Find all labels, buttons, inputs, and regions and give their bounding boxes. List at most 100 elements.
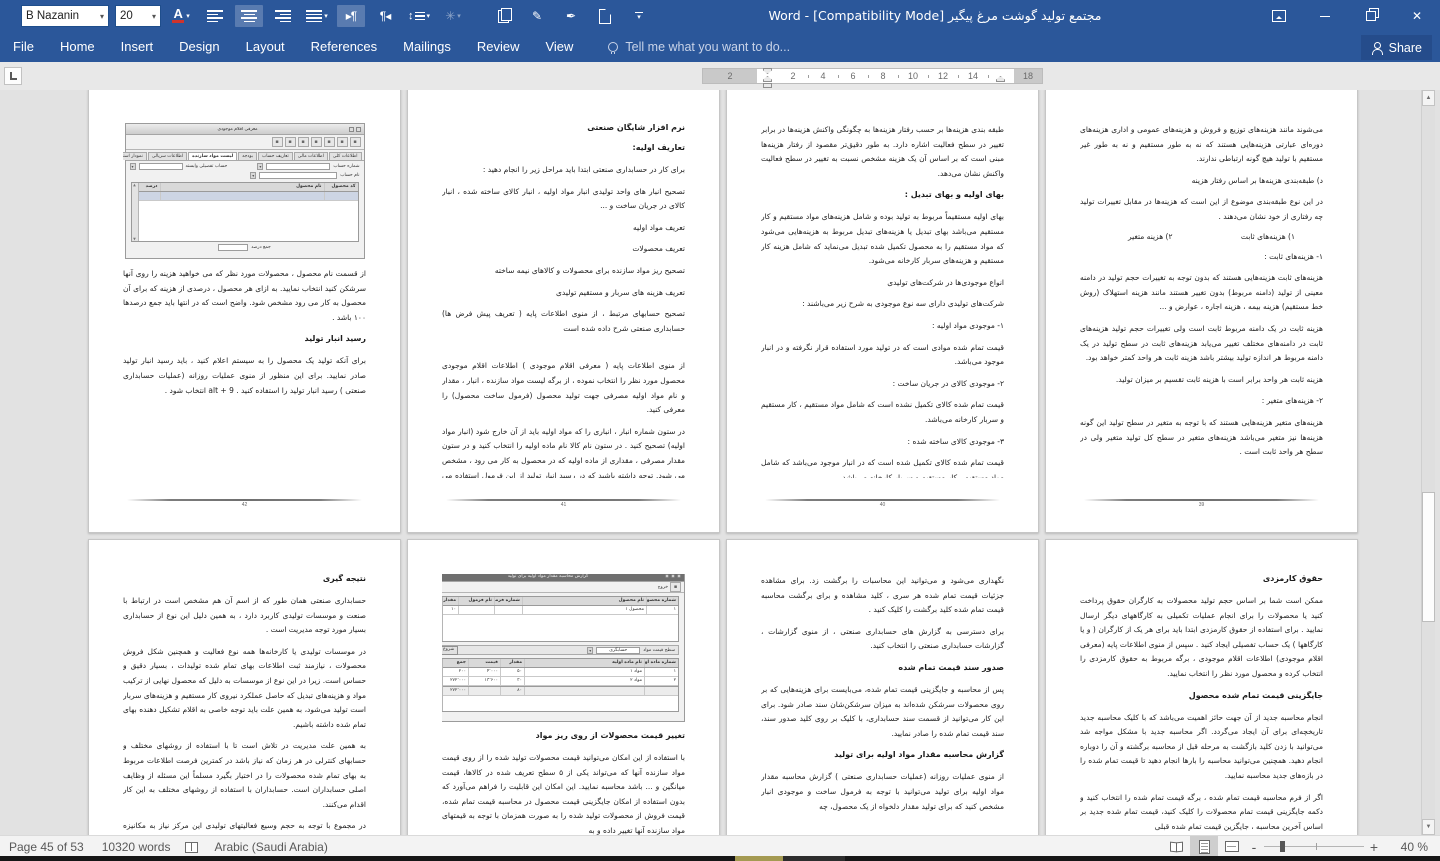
line-spacing-button[interactable]: ↕ ▾ xyxy=(405,5,433,27)
tab-stop-selector[interactable] xyxy=(4,67,22,85)
first-line-indent-marker[interactable] xyxy=(763,68,772,74)
print-layout-button[interactable] xyxy=(1190,836,1218,857)
doc-heading: نتیجه گیری xyxy=(123,574,366,583)
left-indent-marker[interactable] xyxy=(763,83,772,88)
font-color-button[interactable]: A ▾ xyxy=(167,5,195,27)
align-right-button[interactable] xyxy=(269,5,297,27)
hanging-indent-marker[interactable] xyxy=(763,76,772,82)
doc-paragraph: قیمت تمام شده کالای تکمیل شده است که در … xyxy=(761,456,1004,478)
scroll-down-icon[interactable]: ▼ xyxy=(1422,819,1435,835)
zoom-slider-thumb[interactable] xyxy=(1280,841,1285,852)
document-page[interactable]: حقوق کارمزدیممکن است شما بر اساس حجم تول… xyxy=(1045,539,1358,835)
font-name-value: B Nazanin xyxy=(26,10,79,22)
scrollbar-thumb[interactable] xyxy=(1422,492,1435,622)
ribbon-tab-mailings[interactable]: Mailings xyxy=(390,32,464,62)
minimize-button[interactable] xyxy=(1302,0,1348,32)
restore-button[interactable] xyxy=(1348,0,1394,32)
doc-paragraph: هزینه ثابت در یک دامنه مربوط ثابت است ول… xyxy=(1080,322,1323,366)
document-area: ▲ ▼ معرفی اقلام موجودی▪▪▪▪▪▪▪اطلاعات کلی… xyxy=(0,90,1440,835)
language-indicator[interactable]: Arabic (Saudi Arabia) xyxy=(205,840,336,854)
right-indent-marker[interactable] xyxy=(996,76,1005,82)
close-button[interactable]: ✕ xyxy=(1394,0,1440,32)
document-page[interactable]: نتیجه گیریحسابداری صنعتی همان طور که از … xyxy=(88,539,401,835)
copy-button[interactable] xyxy=(489,5,517,27)
share-button[interactable]: Share xyxy=(1361,35,1432,60)
proofing-check-icon[interactable] xyxy=(185,841,199,853)
ribbon-display-options-button[interactable] xyxy=(1256,0,1302,32)
page-indicator[interactable]: Page 45 of 53 xyxy=(0,840,93,854)
customize-quick-access-toolbar-button[interactable]: ▾ xyxy=(625,5,653,27)
ribbon-tab-design[interactable]: Design xyxy=(166,32,232,62)
ruler-number: 8 xyxy=(880,70,885,82)
doc-paragraph: هزینه‌های متغیر هزینه‌هایی هستند که با ت… xyxy=(1080,416,1323,460)
ribbon-tab-file[interactable]: File xyxy=(0,32,47,62)
doc-paragraph: د) طبقه‌بندی هزینه‌ها بر اساس رفتار هزین… xyxy=(1080,174,1323,189)
vertical-scrollbar[interactable]: ▲ ▼ xyxy=(1421,90,1435,835)
align-center-button[interactable] xyxy=(235,5,263,27)
doc-paragraph: در موسسات تولیدی یا کارخانه‌ها همه نوع ف… xyxy=(123,645,366,733)
doc-paragraph: از منوی عملیات روزانه (عملیات حسابداری ص… xyxy=(761,770,1004,814)
align-left-icon xyxy=(207,10,223,22)
ribbon-tab-insert[interactable]: Insert xyxy=(108,32,167,62)
highlighter-button[interactable]: ✒ xyxy=(557,5,585,27)
page-content: نرم افزار شایگان صنعتیتعاریف اولیه:برای … xyxy=(442,123,685,478)
format-painter-icon: ✎ xyxy=(532,9,542,23)
rtl-text-direction-button[interactable]: ▸¶ xyxy=(337,5,365,27)
print-layout-icon xyxy=(1199,840,1210,854)
tell-me-box[interactable]: Tell me what you want to do... xyxy=(608,40,790,54)
embedded-report-screenshot: گزارش محاسبه مقدار مواد اولیه برای تولید… xyxy=(442,574,685,722)
embedded-dialog-screenshot: معرفی اقلام موجودی▪▪▪▪▪▪▪اطلاعات کلیاطلا… xyxy=(125,123,365,259)
document-page[interactable]: می‌شوند مانند هزینه‌های توزیع و فروش و ه… xyxy=(1045,90,1358,533)
shading-button[interactable]: ✳ ▾ xyxy=(439,5,467,27)
ribbon-tab-references[interactable]: References xyxy=(298,32,390,62)
justify-button[interactable]: ▾ xyxy=(303,5,331,27)
doc-paragraph: هزینه ثابت هر واحد برابر است با هزینه ثا… xyxy=(1080,373,1323,388)
ruler-number: 6 xyxy=(850,70,855,82)
format-painter-button[interactable]: ✎ xyxy=(523,5,551,27)
ltr-text-direction-button[interactable]: ¶◂ xyxy=(371,5,399,27)
minimize-icon xyxy=(1320,16,1330,17)
doc-paragraph: ۲- هزینه‌های متغیر : xyxy=(1080,394,1323,409)
page-content: می‌شوند مانند هزینه‌های توزیع و فروش و ه… xyxy=(1080,123,1323,478)
chevron-down-icon: ▾ xyxy=(457,12,461,20)
document-page[interactable]: گزارش محاسبه مقدار مواد اولیه برای تولید… xyxy=(407,539,720,835)
ribbon-tab-home[interactable]: Home xyxy=(47,32,108,62)
ribbon-tab-layout[interactable]: Layout xyxy=(233,32,298,62)
ltr-paragraph-icon: ¶◂ xyxy=(380,9,390,23)
justify-icon xyxy=(306,10,322,22)
rtl-paragraph-icon: ▸¶ xyxy=(346,9,356,23)
align-left-button[interactable] xyxy=(201,5,229,27)
chevron-down-icon: ▾ xyxy=(100,12,104,21)
doc-two-column-line: ۱) هزینه‌های ثابت۲) هزینه متغیر xyxy=(1080,232,1323,241)
font-name-select[interactable]: B Nazanin ▾ xyxy=(21,5,109,27)
scroll-up-icon[interactable]: ▲ xyxy=(1422,90,1435,106)
doc-paragraph: قیمت تمام شده موادی است که در تولید مورد… xyxy=(761,341,1004,370)
font-size-select[interactable]: 20 ▾ xyxy=(115,5,161,27)
ribbon-tab-review[interactable]: Review xyxy=(464,32,533,62)
zoom-in-button[interactable]: + xyxy=(1366,839,1382,855)
ruler-margin-number: 2 xyxy=(727,70,732,82)
new-document-button[interactable] xyxy=(591,5,619,27)
document-page[interactable]: نگهداری می‌شود و می‌توانید این محاسبات ر… xyxy=(726,539,1039,835)
ribbon-tab-view[interactable]: View xyxy=(532,32,586,62)
chevron-down-icon: ▾ xyxy=(324,12,328,20)
ruler-number: 14 xyxy=(968,70,978,82)
tell-me-label: Tell me what you want to do... xyxy=(625,40,790,54)
window-controls: ✕ xyxy=(1256,0,1440,32)
word-count[interactable]: 10320 words xyxy=(93,840,180,854)
web-layout-button[interactable] xyxy=(1218,836,1246,857)
document-page[interactable]: معرفی اقلام موجودی▪▪▪▪▪▪▪اطلاعات کلیاطلا… xyxy=(88,90,401,533)
zoom-slider-tick xyxy=(1316,843,1317,850)
doc-paragraph: بهای اولیه مستقیماً مربوط به تولید بوده … xyxy=(761,210,1004,268)
page-footer: 42 xyxy=(127,499,362,508)
zoom-slider[interactable] xyxy=(1264,836,1364,857)
document-page[interactable]: طبقه بندی هزینه‌ها بر حسب رفتار هزینه‌ها… xyxy=(726,90,1039,533)
doc-paragraph: برای آنکه تولید یک محصول را به سیستم اعل… xyxy=(123,354,366,398)
restore-icon xyxy=(1366,11,1376,21)
horizontal-ruler[interactable]: 2 18 2468101214 xyxy=(702,68,1043,84)
zoom-level[interactable]: 40 % xyxy=(1382,840,1440,854)
read-mode-button[interactable] xyxy=(1162,836,1190,857)
taskbar-app-indicator[interactable] xyxy=(735,856,783,861)
zoom-out-button[interactable]: - xyxy=(1246,839,1262,855)
document-page[interactable]: نرم افزار شایگان صنعتیتعاریف اولیه:برای … xyxy=(407,90,720,533)
